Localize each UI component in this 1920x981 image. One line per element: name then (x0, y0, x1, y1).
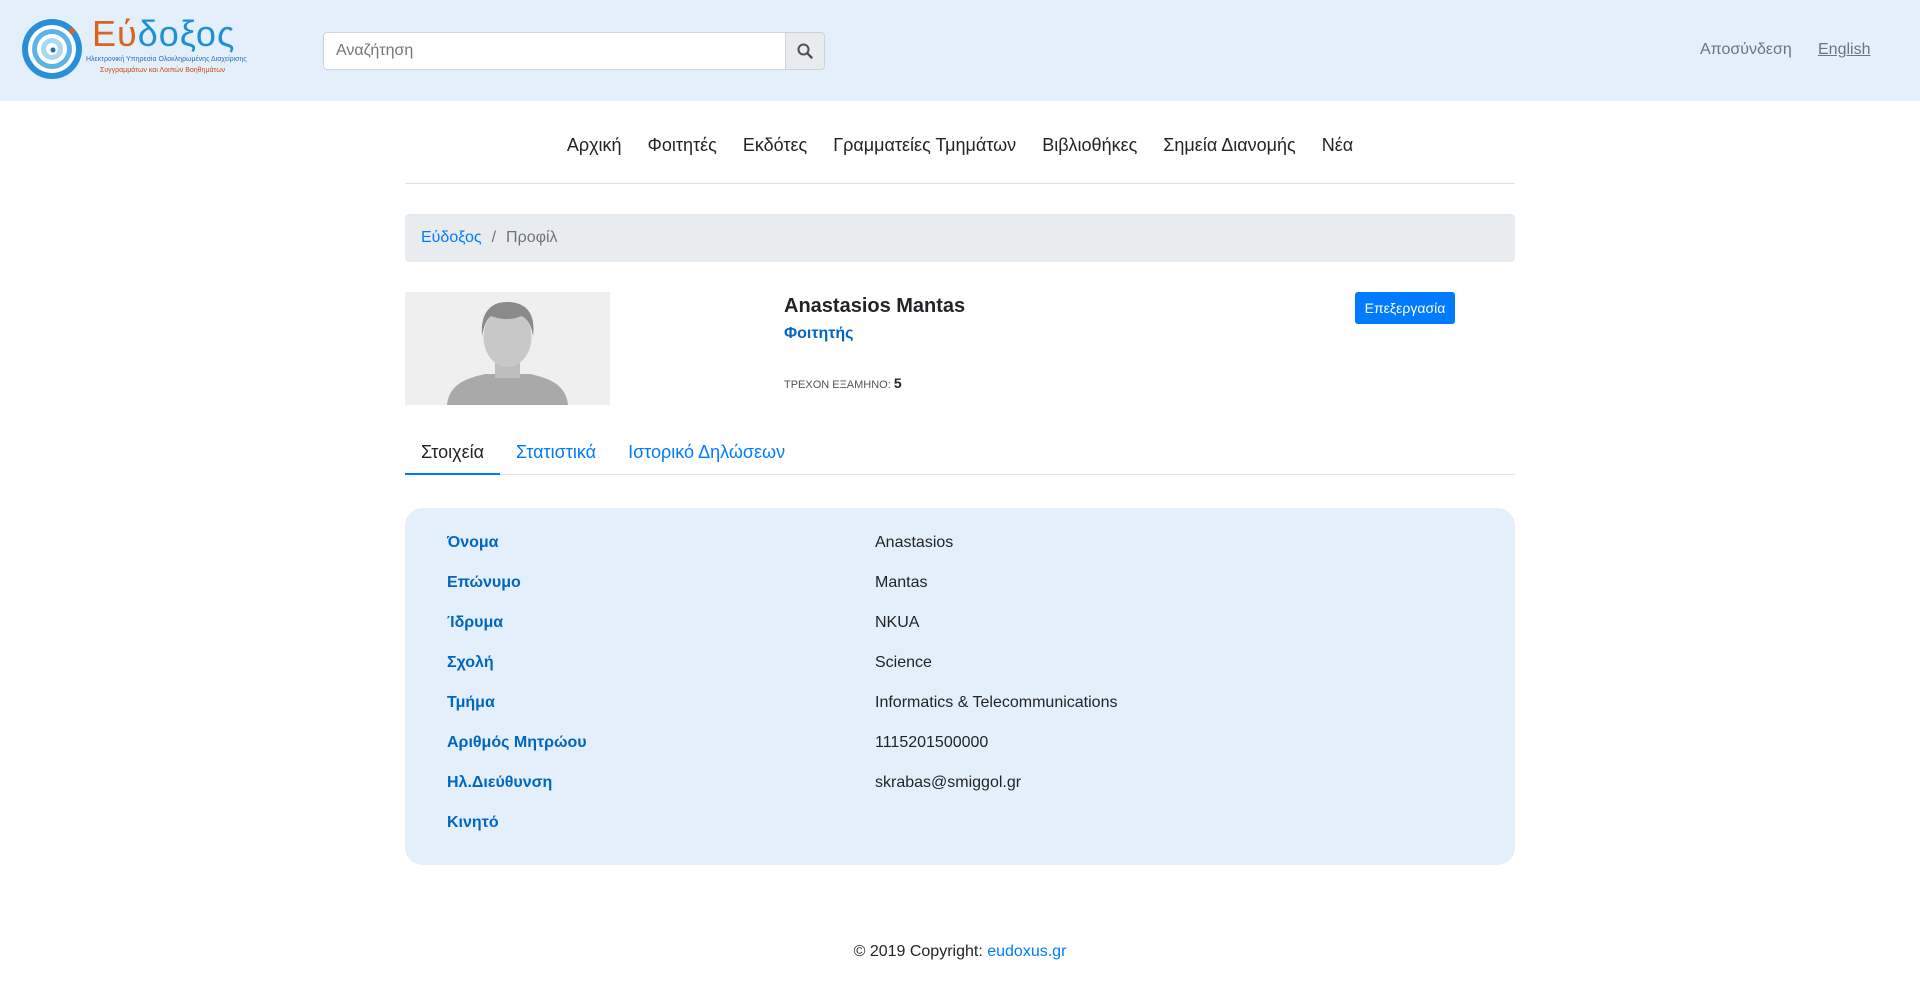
logo-circles-icon (22, 19, 82, 79)
breadcrumb: Εύδοξος / Προφίλ (405, 214, 1515, 262)
detail-value: Science (875, 654, 932, 671)
breadcrumb-home-link[interactable]: Εύδοξος (421, 229, 482, 247)
logo-title: Εύδοξος (92, 13, 236, 54)
detail-value: 1115201500000 (875, 734, 989, 751)
profile-name: Anastasios Mantas (784, 295, 966, 317)
nav-item-publishers[interactable]: Εκδότες (743, 135, 807, 156)
top-header: Εύδοξος Ηλεκτρονική Υπηρεσία Ολοκληρωμέν… (0, 0, 1920, 101)
search-input[interactable] (323, 32, 785, 70)
breadcrumb-separator: / (491, 229, 497, 246)
footer-site-link[interactable]: eudoxus.gr (987, 943, 1066, 960)
user-silhouette-icon (405, 292, 610, 405)
profile-role: Φοιτητής (784, 325, 854, 342)
language-link[interactable]: English (1818, 41, 1870, 59)
nav-item-libraries[interactable]: Βιβλιοθήκες (1042, 135, 1137, 156)
nav-item-students[interactable]: Φοιτητές (648, 135, 717, 156)
semester-value: 5 (893, 375, 902, 391)
detail-label: Όνομα (447, 534, 499, 551)
detail-label: Κινητό (447, 814, 499, 831)
nav-item-home[interactable]: Αρχική (567, 135, 622, 156)
avatar (405, 292, 610, 405)
detail-value: Informatics & Telecommunications (875, 694, 1118, 711)
nav-item-news[interactable]: Νέα (1322, 135, 1353, 156)
detail-value: Anastasios (875, 534, 954, 551)
search-icon (797, 43, 813, 59)
detail-label: Επώνυμο (447, 574, 521, 591)
detail-value: Mantas (875, 574, 928, 591)
detail-value: skrabas@smiggol.gr (875, 774, 1022, 791)
detail-row-school: Σχολή Science (405, 654, 1515, 694)
main-nav: Αρχική Φοιτητές Εκδότες Γραμματείες Τμημ… (405, 118, 1515, 184)
eudoxus-logo[interactable]: Εύδοξος Ηλεκτρονική Υπηρεσία Ολοκληρωμέν… (20, 14, 250, 84)
detail-label: Τμήμα (447, 694, 495, 711)
footer: © 2019 Copyright: eudoxus.gr (0, 943, 1920, 961)
tab-statistics[interactable]: Στατιστικά (500, 432, 612, 475)
detail-row-institution: Ίδρυμα NKUA (405, 614, 1515, 654)
detail-row-mobile: Κινητό (405, 814, 1515, 854)
edit-profile-button[interactable]: Επεξεργασία (1355, 292, 1455, 324)
nav-item-secretariats[interactable]: Γραμματείες Τμημάτων (833, 135, 1016, 156)
detail-label: Σχολή (447, 654, 494, 671)
profile-tabs: Στοιχεία Στατιστικά Ιστορικό Δηλώσεων (405, 432, 1515, 475)
breadcrumb-current: Προφίλ (506, 229, 558, 246)
logo-subtitle-line2: Συγγραμμάτων και Λοιπών Βοηθημάτων (100, 67, 226, 74)
copyright-text: © 2019 Copyright: (853, 943, 983, 960)
detail-row-first-name: Όνομα Anastasios (405, 534, 1515, 574)
details-panel: Όνομα Anastasios Επώνυμο Mantas Ίδρυμα N… (405, 508, 1515, 865)
current-semester: ΤΡΕΧΟΝ ΕΞΑΜΗΝΟ: 5 (784, 375, 902, 391)
detail-row-email: Ηλ.Διεύθυνση skrabas@smiggol.gr (405, 774, 1515, 814)
search-bar (323, 32, 825, 70)
logout-link[interactable]: Αποσύνδεση (1700, 41, 1792, 59)
detail-value: NKUA (875, 614, 920, 631)
detail-row-last-name: Επώνυμο Mantas (405, 574, 1515, 614)
tab-declaration-history[interactable]: Ιστορικό Δηλώσεων (612, 432, 801, 475)
detail-label: Ηλ.Διεύθυνση (447, 774, 553, 791)
search-button[interactable] (785, 32, 825, 70)
detail-row-registration-number: Αριθμός Μητρώου 1115201500000 (405, 734, 1515, 774)
detail-label: Ίδρυμα (447, 614, 504, 631)
detail-row-department: Τμήμα Informatics & Telecommunications (405, 694, 1515, 734)
logo-subtitle-line1: Ηλεκτρονική Υπηρεσία Ολοκληρωμένης Διαχε… (86, 56, 247, 63)
detail-label: Αριθμός Μητρώου (447, 734, 587, 751)
tab-details[interactable]: Στοιχεία (405, 432, 501, 475)
semester-label: ΤΡΕΧΟΝ ΕΞΑΜΗΝΟ: (784, 379, 891, 391)
nav-item-distribution-points[interactable]: Σημεία Διανομής (1163, 135, 1295, 156)
